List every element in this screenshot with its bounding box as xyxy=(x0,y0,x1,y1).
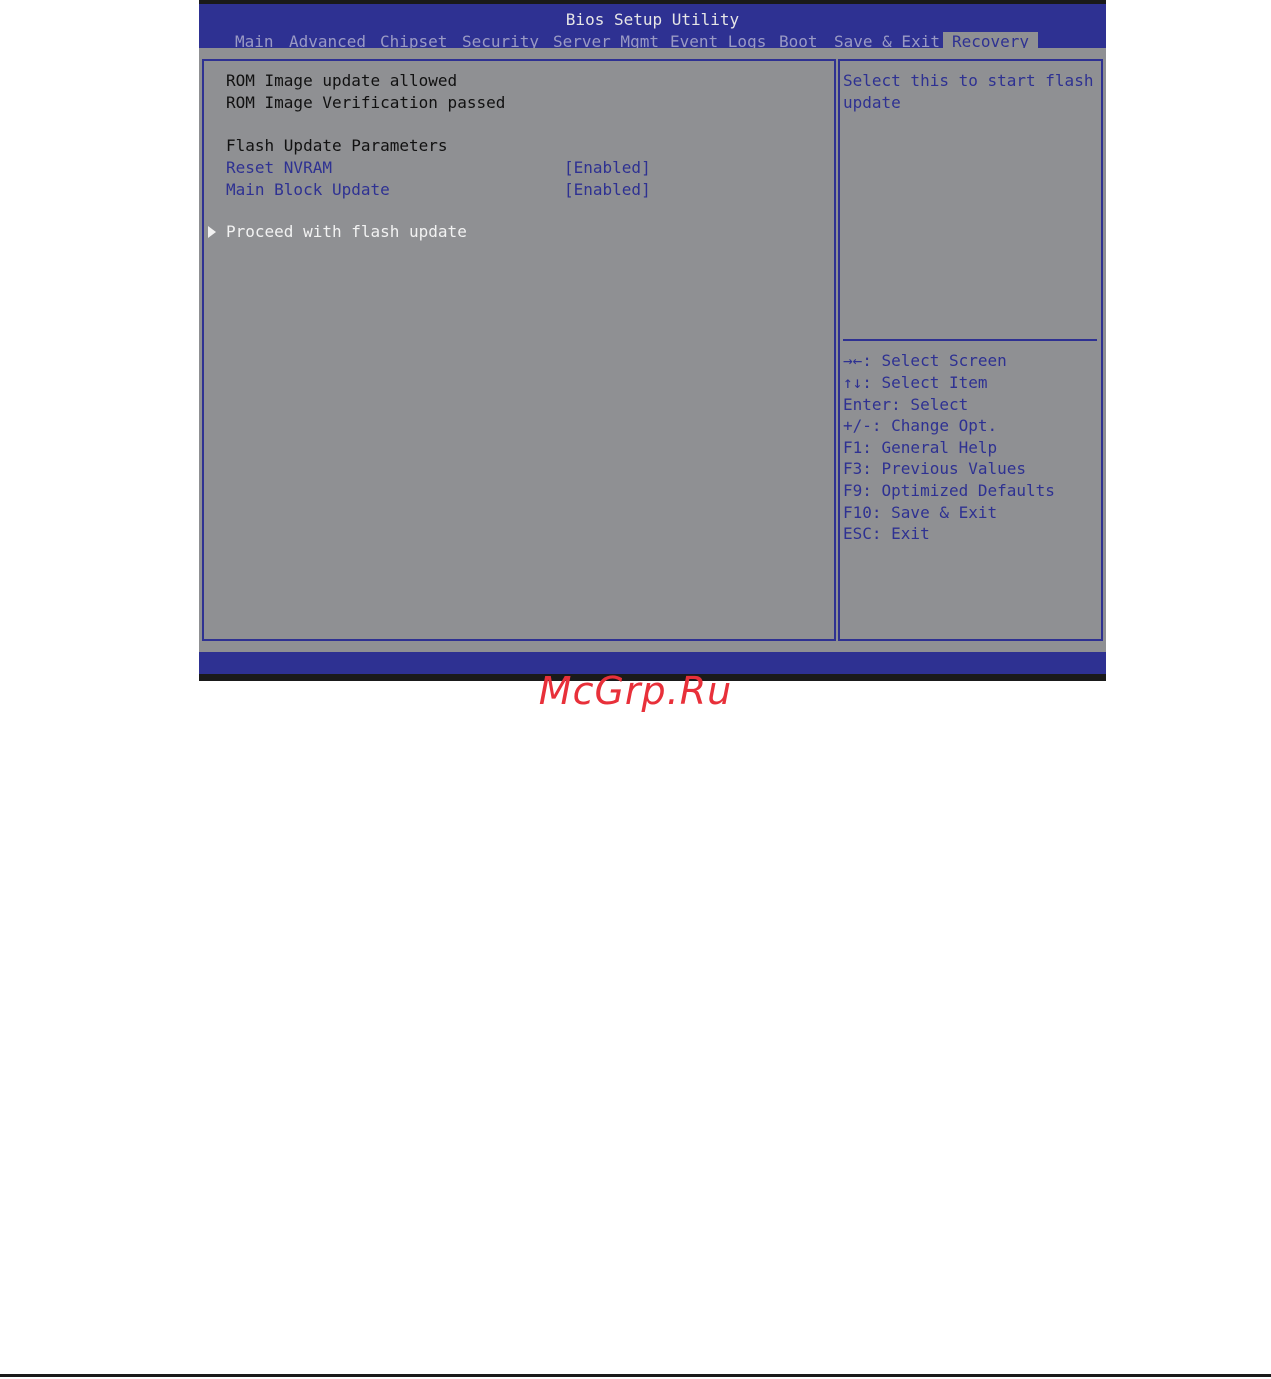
page-bottom-rule xyxy=(0,1374,1271,1377)
bios-header: Bios Setup Utility Main Advanced Chipset… xyxy=(199,4,1106,52)
key-hint-select-item: ↑↓: Select Item xyxy=(843,373,988,392)
key-hint-general-help: F1: General Help xyxy=(843,438,998,457)
help-text-line-1: Select this to start flash xyxy=(843,71,1094,90)
submenu-arrow-icon xyxy=(208,226,216,238)
status-verification-passed: ROM Image Verification passed xyxy=(226,93,506,112)
key-hint-enter: Enter: Select xyxy=(843,395,969,414)
key-hint-select-screen: →←: Select Screen xyxy=(843,351,1007,370)
key-hint-optimized-defaults: F9: Optimized Defaults xyxy=(843,481,1055,500)
setting-main-block-update-label[interactable]: Main Block Update xyxy=(226,179,390,201)
setting-main-block-update-value[interactable]: [Enabled] xyxy=(564,179,651,201)
key-hint-change-opt: +/-: Change Opt. xyxy=(843,416,998,435)
watermark-text: McGrp.Ru xyxy=(538,669,733,713)
help-divider xyxy=(843,339,1097,341)
setting-reset-nvram-value[interactable]: [Enabled] xyxy=(564,157,651,179)
setting-reset-nvram-label[interactable]: Reset NVRAM xyxy=(226,157,332,179)
section-title: Flash Update Parameters xyxy=(226,136,448,155)
key-hint-esc-exit: ESC: Exit xyxy=(843,524,930,543)
window-title: Bios Setup Utility xyxy=(565,10,740,29)
key-hint-save-exit: F10: Save & Exit xyxy=(843,503,998,522)
help-text-line-2: update xyxy=(843,93,901,112)
key-hint-previous-values: F3: Previous Values xyxy=(843,459,1027,478)
status-update-allowed: ROM Image update allowed xyxy=(226,71,458,90)
bios-screen: Bios Setup Utility Main Advanced Chipset… xyxy=(199,0,1106,681)
proceed-flash-update-item[interactable]: Proceed with flash update xyxy=(226,221,467,243)
